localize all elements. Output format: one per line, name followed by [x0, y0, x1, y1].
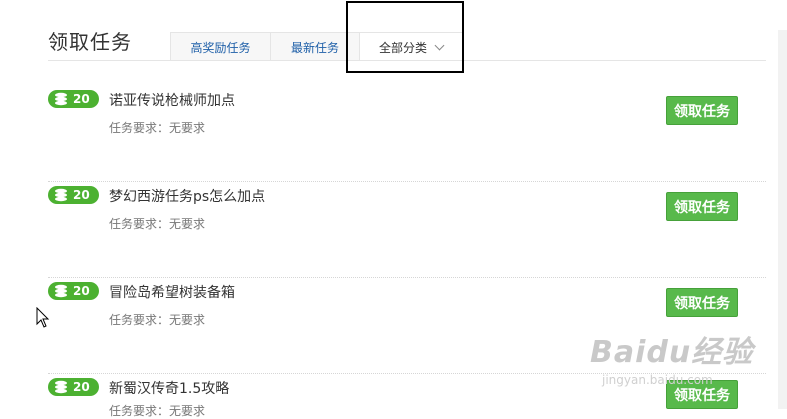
reward-badge: 20 [48, 378, 99, 396]
coins-icon [55, 380, 67, 394]
reward-badge: 20 [48, 186, 99, 204]
tab-label: 最新任务 [290, 40, 339, 55]
reward-value: 20 [73, 188, 90, 202]
page-title: 领取任务 [48, 30, 132, 54]
reward-badge: 20 [48, 90, 99, 108]
task-title[interactable]: 冒险岛希望树装备箱 [109, 282, 235, 302]
reward-badge: 20 [48, 282, 99, 300]
task-row: 20 诺亚传说枪械师加点 任务要求：无要求 领取任务 [48, 86, 766, 182]
task-requirement: 任务要求：无要求 [109, 313, 206, 327]
mouse-cursor-icon [36, 307, 50, 328]
coins-icon [55, 92, 67, 106]
task-requirement: 任务要求：无要求 [109, 404, 206, 418]
task-title[interactable]: 新蜀汉传奇1.5攻略 [109, 378, 229, 398]
annotation-highlight-box [346, 1, 464, 73]
tab-label: 高奖励任务 [190, 40, 251, 55]
task-requirement: 任务要求：无要求 [109, 217, 206, 231]
right-scroll-strip [778, 30, 787, 409]
coins-icon [55, 188, 67, 202]
watermark-url: jingyan.baidu.com [602, 373, 713, 387]
task-requirement: 任务要求：无要求 [109, 121, 206, 135]
claim-task-button[interactable]: 领取任务 [666, 96, 738, 125]
reward-value: 20 [73, 284, 90, 298]
reward-value: 20 [73, 380, 90, 394]
task-title[interactable]: 梦幻西游任务ps怎么加点 [109, 186, 265, 206]
task-title[interactable]: 诺亚传说枪械师加点 [109, 90, 235, 110]
coins-icon [55, 284, 67, 298]
baidu-watermark: Baidu经验 jingyan.baidu.com [590, 327, 754, 387]
claim-task-button[interactable]: 领取任务 [666, 288, 738, 317]
reward-value: 20 [73, 92, 90, 106]
tab-high-reward[interactable]: 高奖励任务 [170, 32, 271, 61]
task-row: 20 梦幻西游任务ps怎么加点 任务要求：无要求 领取任务 [48, 182, 766, 278]
watermark-logo: Baidu经验 [590, 335, 754, 370]
claim-task-button[interactable]: 领取任务 [666, 192, 738, 221]
